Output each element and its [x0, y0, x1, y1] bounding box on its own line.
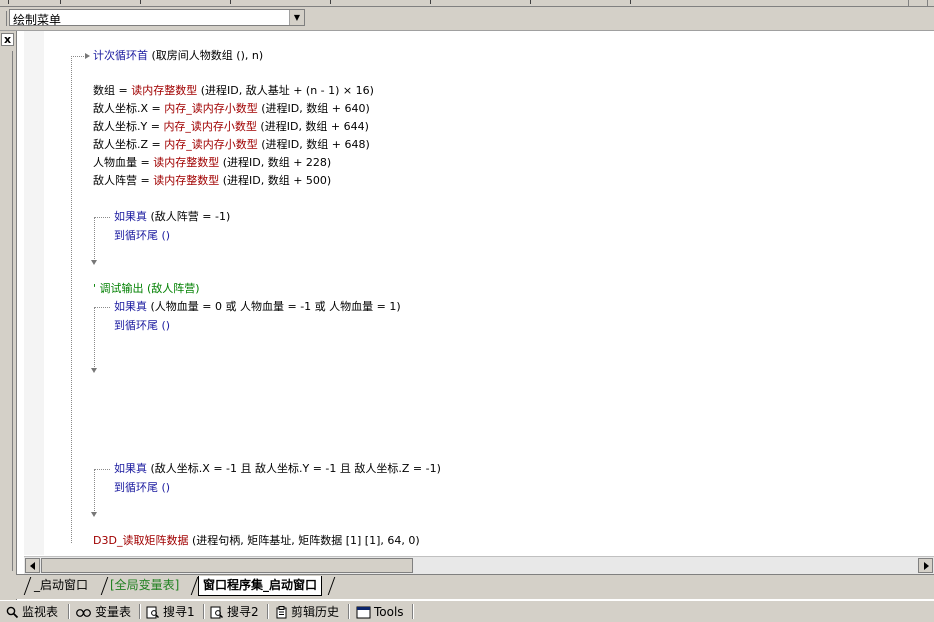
search2-label: 搜寻2 [227, 605, 259, 619]
chevron-down-icon[interactable]: ▼ [289, 10, 304, 25]
bar-grip [0, 11, 7, 26]
panel-close-button[interactable]: x [1, 33, 14, 46]
tools-button[interactable]: Tools [356, 603, 404, 621]
if-guide-line [94, 307, 95, 369]
document-tabs: _启动窗口 [全局变量表] 窗口程序集_启动窗口 [16, 574, 934, 599]
loop-guide-top [71, 56, 86, 57]
clipboard-icon [276, 606, 287, 619]
loop-header-line[interactable]: 计次循环首 (取房间人物数组 (), n) [93, 49, 263, 63]
if-end-arrow-icon [91, 368, 97, 373]
clip-history-button[interactable]: 剪辑历史 [275, 603, 339, 621]
scrollbar-thumb[interactable] [41, 558, 413, 573]
toolbar-divider [267, 604, 269, 619]
scroll-right-button[interactable] [918, 558, 933, 573]
code-line[interactable]: 到循环尾 () [114, 229, 170, 243]
code-line[interactable]: 数组 = 读内存整数型 (进程ID, 敌人基址 + (n - 1) × 16) [93, 84, 374, 98]
if-end-arrow-icon [91, 512, 97, 517]
dropdown-value: 绘制菜单 [13, 13, 62, 27]
bottom-toolbar: 监视表 变量表 搜寻1 搜寻2 剪辑历史 Tools [0, 600, 934, 622]
code-line[interactable]: 敌人坐标.X = 内存_读内存小数型 (进程ID, 数组 + 640) [93, 102, 370, 116]
variables-icon [76, 609, 91, 617]
toolbar-divider [68, 604, 70, 619]
search1-label: 搜寻1 [163, 605, 195, 619]
find-icon [210, 606, 223, 619]
code-line[interactable]: D3D_读取矩阵数据 (进程句柄, 矩阵基址, 矩阵数据 [1] [1], 64… [93, 534, 420, 548]
window-icon [356, 606, 371, 619]
tab-global-variables[interactable]: [全局变量表] [106, 576, 183, 595]
tab-divider [327, 577, 336, 595]
loop-guide-line [71, 56, 72, 543]
scroll-left-button[interactable] [25, 558, 40, 573]
watch-table-label: 监视表 [22, 605, 59, 619]
code-line[interactable]: 到循环尾 () [114, 319, 170, 333]
toolbar-divider [412, 604, 414, 619]
if-header-line[interactable]: 如果真 (敌人阵营 = -1) [114, 210, 230, 224]
tab-start-window[interactable]: _启动窗口 [30, 576, 92, 595]
horizontal-scrollbar[interactable] [24, 556, 934, 574]
top-toolbar-strip [0, 0, 934, 7]
find-icon [146, 606, 159, 619]
toolbar-divider [348, 604, 350, 619]
loop-arrow-icon [85, 53, 90, 59]
clip-history-label: 剪辑历史 [291, 605, 340, 619]
if-guide-line [94, 217, 95, 261]
code-line[interactable]: 到循环尾 () [114, 481, 170, 495]
code-line[interactable]: 敌人坐标.Y = 内存_读内存小数型 (进程ID, 数组 + 644) [93, 120, 369, 134]
menu-dropdown[interactable]: 绘制菜单 ▼ [9, 9, 305, 27]
if-guide-top [94, 469, 110, 470]
tools-label: Tools [374, 605, 404, 619]
magnifier-icon [6, 606, 19, 619]
if-header-line[interactable]: 如果真 (敌人坐标.X = -1 且 敌人坐标.Y = -1 且 敌人坐标.Z … [114, 462, 441, 476]
arrow-right-icon [924, 562, 929, 570]
code-line[interactable]: 人物血量 = 读内存整数型 (进程ID, 数组 + 228) [93, 156, 331, 170]
side-panel: x [0, 31, 17, 601]
watch-table-button[interactable]: 监视表 [6, 603, 58, 621]
window-close-icon[interactable] [908, 0, 928, 6]
if-guide-top [94, 217, 110, 218]
editor-gutter [24, 31, 44, 555]
toolbar-divider [139, 604, 141, 619]
if-header-line[interactable]: 如果真 (人物血量 = 0 或 人物血量 = -1 或 人物血量 = 1) [114, 300, 401, 314]
panel-splitter[interactable] [3, 51, 13, 571]
toolbar-divider [203, 604, 205, 619]
if-guide-top [94, 307, 110, 308]
arrow-left-icon [30, 562, 35, 570]
comment-line[interactable]: ' 调试输出 (敌人阵营) [93, 282, 200, 296]
search1-button[interactable]: 搜寻1 [146, 603, 195, 621]
code-line[interactable]: 敌人阵营 = 读内存整数型 (进程ID, 数组 + 500) [93, 174, 331, 188]
if-guide-line [94, 469, 95, 513]
code-line[interactable]: 敌人坐标.Z = 内存_读内存小数型 (进程ID, 数组 + 648) [93, 138, 370, 152]
variables-table-button[interactable]: 变量表 [76, 603, 131, 621]
search2-button[interactable]: 搜寻2 [210, 603, 259, 621]
variables-table-label: 变量表 [95, 605, 132, 619]
if-end-arrow-icon [91, 260, 97, 265]
object-selector-bar: 绘制菜单 ▼ [0, 7, 934, 31]
code-editor[interactable]: 计次循环首 (取房间人物数组 (), n) 数组 = 读内存整数型 (进程ID,… [24, 31, 934, 555]
tab-window-program-set[interactable]: 窗口程序集_启动窗口 [198, 576, 323, 596]
